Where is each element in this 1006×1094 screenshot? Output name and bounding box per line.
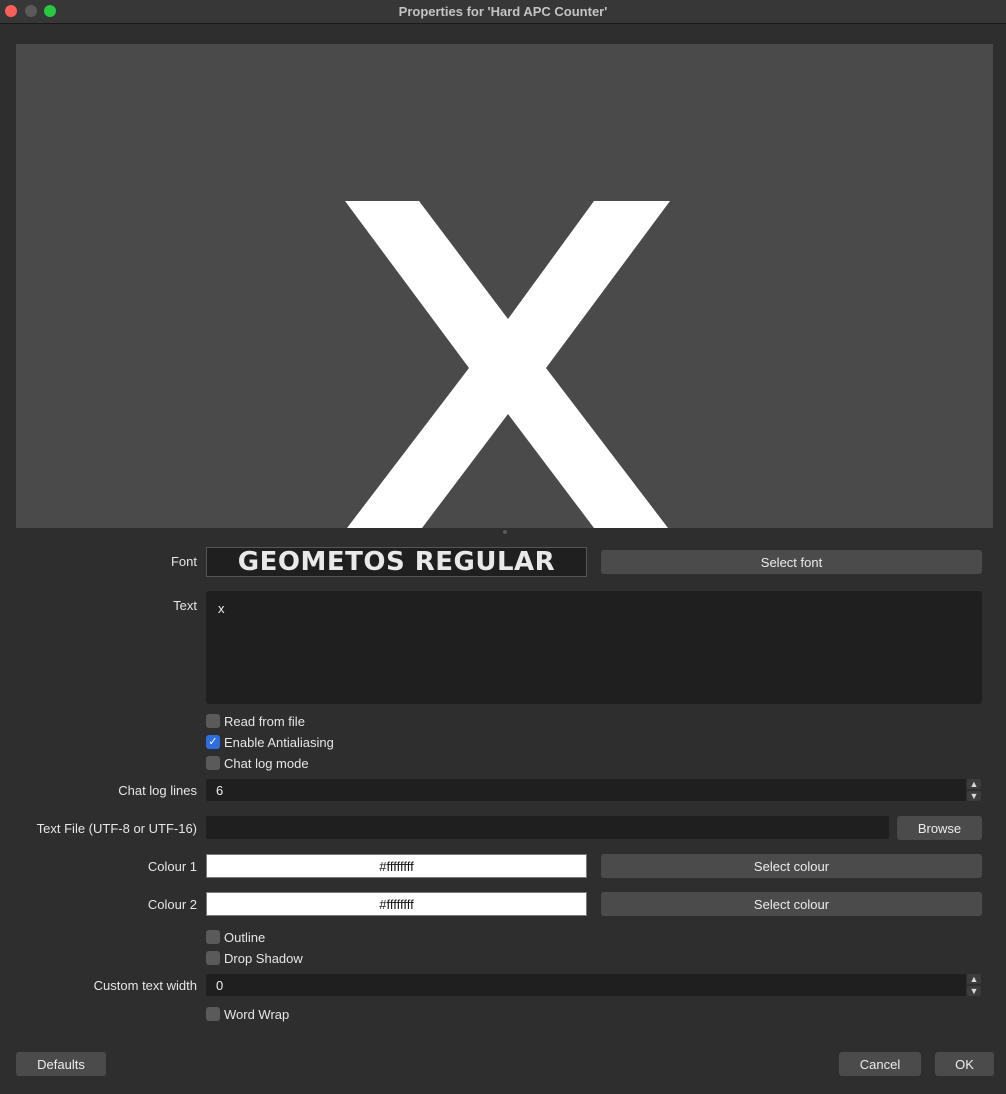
colour-2-swatch: #ffffffff (206, 892, 587, 916)
browse-button[interactable]: Browse (897, 816, 982, 840)
text-input[interactable]: x (206, 591, 982, 704)
checkbox-box (206, 714, 220, 728)
checkbox-box (206, 930, 220, 944)
checkbox-label: Read from file (224, 713, 305, 729)
checkbox-label: Word Wrap (224, 1006, 290, 1022)
colour-1-label: Colour 1 (147, 859, 197, 874)
chevron-down-icon[interactable]: ▼ (967, 791, 981, 801)
outline-checkbox[interactable]: Outline (206, 929, 265, 945)
colour-1-swatch: #ffffffff (206, 854, 587, 878)
font-label: Font (170, 554, 197, 569)
checkbox-box (206, 1007, 220, 1021)
text-label: Text (173, 598, 197, 613)
source-preview (16, 44, 993, 528)
text-file-label: Text File (UTF-8 or UTF-16) (36, 821, 197, 836)
title-bar: Properties for 'Hard APC Counter' (0, 0, 1006, 24)
chat-log-lines-label: Chat log lines (118, 783, 197, 798)
splitter-handle[interactable] (503, 530, 507, 534)
preview-x-glyph (345, 201, 670, 528)
checkbox-label: Outline (224, 929, 266, 945)
checkbox-label: Drop Shadow (224, 950, 303, 966)
checkbox-box (206, 756, 220, 770)
font-preview: GEOMETOS REGULAR (206, 547, 587, 577)
checkbox-label: Enable Antialiasing (224, 734, 334, 750)
chat-log-lines-input[interactable]: 6 (206, 779, 966, 801)
custom-text-width-stepper[interactable]: ▲ ▼ (966, 974, 982, 996)
select-colour-1-button[interactable]: Select colour (601, 854, 982, 878)
chevron-up-icon[interactable]: ▲ (967, 974, 981, 984)
read-from-file-checkbox[interactable]: Read from file (206, 713, 305, 729)
custom-text-width-input[interactable]: 0 (206, 974, 966, 996)
ok-button[interactable]: OK (935, 1052, 994, 1076)
chevron-down-icon[interactable]: ▼ (967, 986, 981, 996)
window-title: Properties for 'Hard APC Counter' (398, 4, 608, 19)
text-file-input[interactable] (206, 816, 889, 839)
colour-2-label: Colour 2 (147, 897, 197, 912)
chat-log-mode-checkbox[interactable]: Chat log mode (206, 755, 309, 771)
chat-log-lines-stepper[interactable]: ▲ ▼ (966, 779, 982, 801)
custom-text-width-label: Custom text width (93, 978, 197, 993)
word-wrap-checkbox[interactable]: Word Wrap (206, 1006, 289, 1022)
checkbox-label: Chat log mode (224, 755, 309, 771)
select-font-button[interactable]: Select font (601, 550, 982, 574)
chevron-up-icon[interactable]: ▲ (967, 779, 981, 789)
select-colour-2-button[interactable]: Select colour (601, 892, 982, 916)
cancel-button[interactable]: Cancel (839, 1052, 921, 1076)
drop-shadow-checkbox[interactable]: Drop Shadow (206, 950, 303, 966)
enable-antialiasing-checkbox[interactable]: ✓ Enable Antialiasing (206, 734, 334, 750)
checkbox-box (206, 951, 220, 965)
defaults-button[interactable]: Defaults (16, 1052, 106, 1076)
checkmark-icon: ✓ (206, 735, 220, 749)
